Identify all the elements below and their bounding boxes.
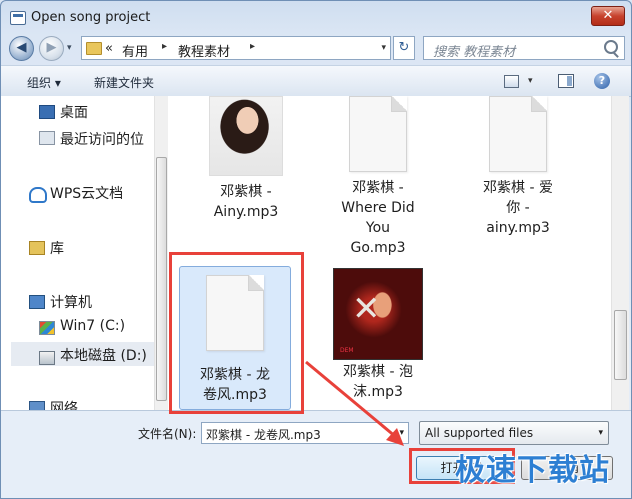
annotation-arrow — [305, 360, 404, 446]
watermark-logo: 极速下载站 — [455, 453, 610, 488]
